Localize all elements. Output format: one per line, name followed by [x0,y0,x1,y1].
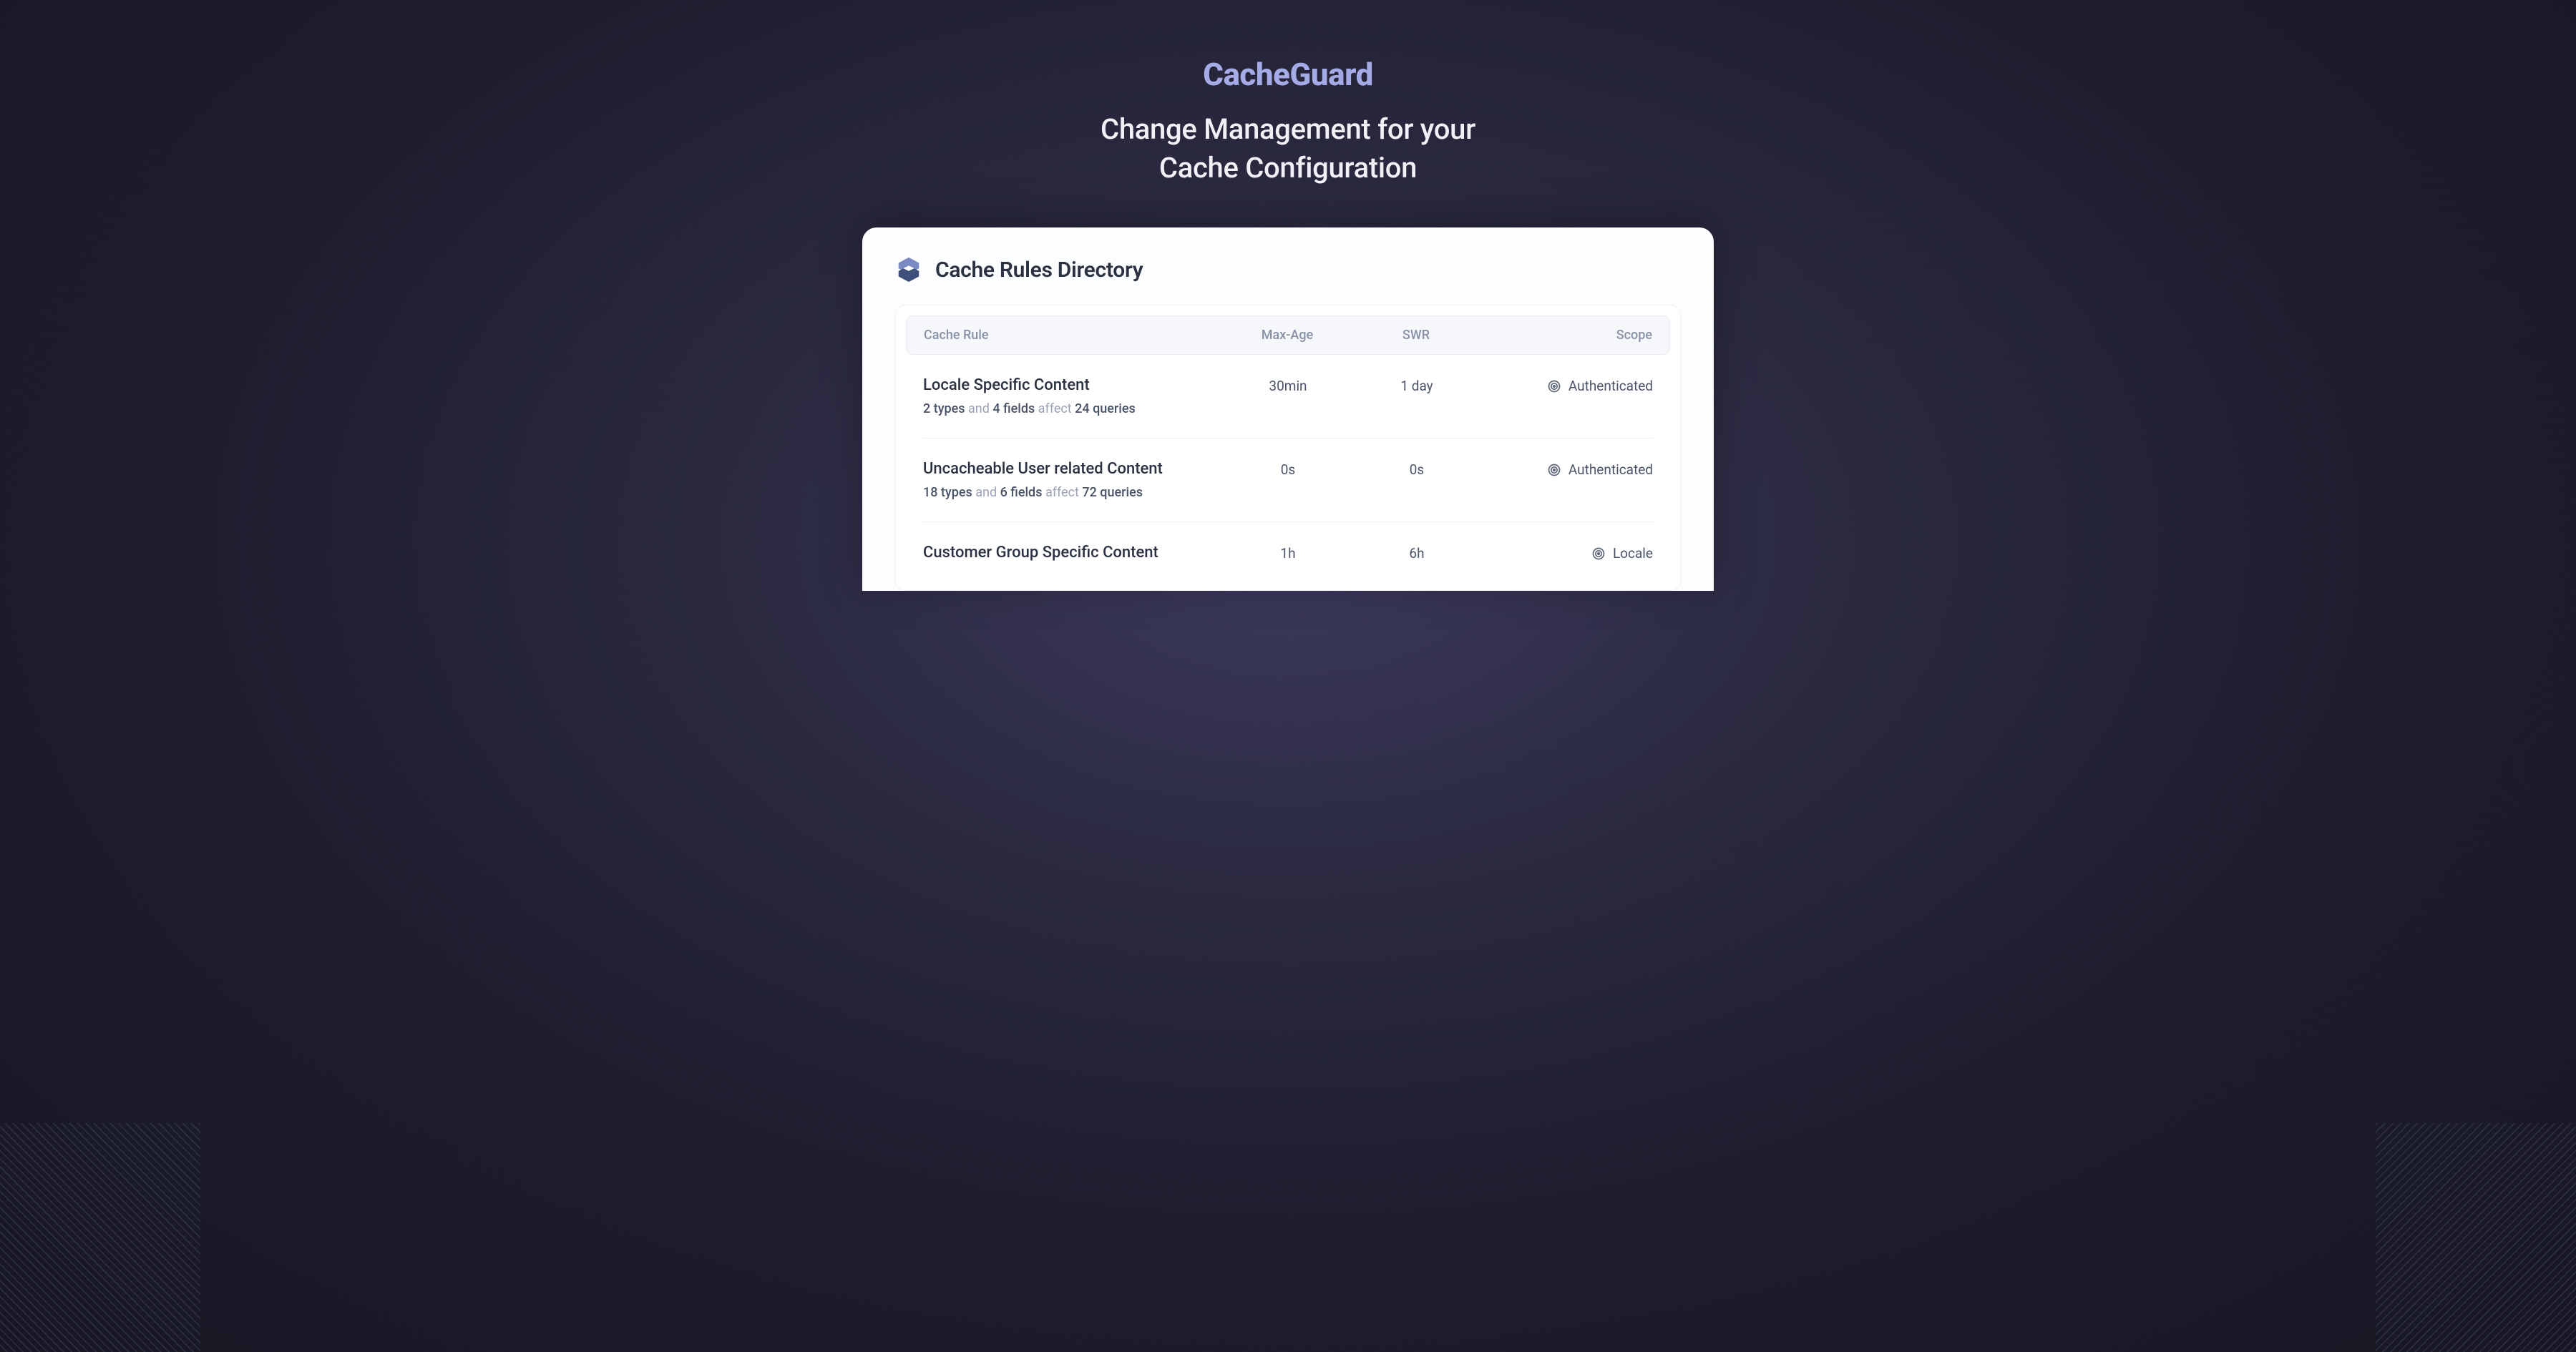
rule-summary: 18 types and 6 fields affect 72 queries [923,485,1224,500]
rules-table: Cache Rule Max-Age SWR Scope Locale Spec… [895,305,1681,591]
hero: CacheGuard Change Management for your Ca… [0,0,2576,187]
swr-value: 1 day [1352,376,1481,394]
table-row[interactable]: Locale Specific Content 2 types and 4 fi… [923,355,1653,439]
table-row[interactable]: Uncacheable User related Content 18 type… [923,439,1653,522]
swr-value: 6h [1352,544,1481,562]
rule-name: Uncacheable User related Content [923,460,1224,478]
target-icon [1547,463,1561,477]
scope-value: Authenticated [1481,460,1653,478]
scope-value: Locale [1481,544,1653,562]
maxage-value: 0s [1224,460,1352,478]
tagline: Change Management for your Cache Configu… [0,110,2576,187]
panel-title: Cache Rules Directory [935,258,1143,283]
brand-title: CacheGuard [0,56,2576,93]
table-header: Cache Rule Max-Age SWR Scope [906,315,1670,355]
rule-name: Locale Specific Content [923,376,1224,394]
rule-summary: 2 types and 4 fields affect 24 queries [923,401,1224,416]
maxage-value: 1h [1224,544,1352,562]
panel-header: Cache Rules Directory [895,256,1681,283]
swr-value: 0s [1352,460,1481,478]
col-maxage: Max-Age [1223,328,1352,343]
scope-value: Authenticated [1481,376,1653,394]
maxage-value: 30min [1224,376,1352,394]
tagline-line-1: Change Management for your [1101,112,1475,146]
cache-rules-panel: Cache Rules Directory Cache Rule Max-Age… [862,227,1714,591]
col-scope: Scope [1480,328,1652,343]
target-icon [1547,379,1561,393]
table-row[interactable]: Customer Group Specific Content 1h 6h Lo… [923,522,1653,590]
tagline-line-2: Cache Configuration [1159,151,1417,185]
col-swr: SWR [1352,328,1480,343]
target-icon [1591,547,1606,561]
stellate-logo-icon [895,256,922,283]
rule-name: Customer Group Specific Content [923,544,1224,562]
col-rule: Cache Rule [924,328,1223,343]
